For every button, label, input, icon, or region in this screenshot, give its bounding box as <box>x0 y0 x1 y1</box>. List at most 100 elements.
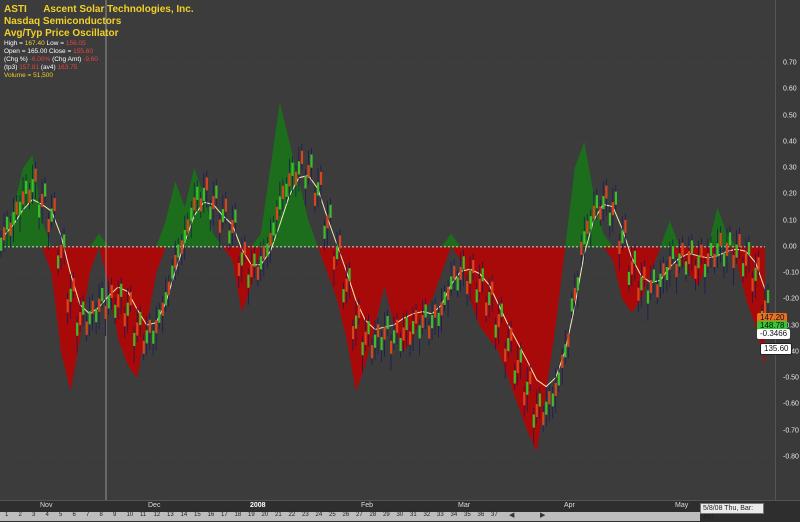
candle-body <box>443 291 446 305</box>
candle-body <box>278 196 282 210</box>
bar-number-tab[interactable]: 27 <box>356 512 363 518</box>
bar-number-tab[interactable]: 14 <box>181 512 188 518</box>
bar-number-tab[interactable]: 2 <box>19 512 22 518</box>
candle-body <box>713 253 716 267</box>
bar-number-tab[interactable]: 24 <box>316 512 323 518</box>
candle-body <box>719 232 722 246</box>
candle-body <box>310 154 313 168</box>
bar-number-tab[interactable]: 1 <box>5 512 8 518</box>
bar-number-tab[interactable]: 18 <box>235 512 242 518</box>
candle-body <box>79 312 82 326</box>
av4-value: 163.75 <box>57 64 78 71</box>
candle-body <box>684 261 688 275</box>
candle-body <box>332 256 336 270</box>
candle-body <box>237 262 241 277</box>
bar-number-tab[interactable]: 12 <box>154 512 161 518</box>
candle-body <box>57 255 60 269</box>
stat-line-5: Volume = 51,500 <box>4 72 53 79</box>
oscillator-value-tag: -0.3466 <box>757 329 791 339</box>
bar-number-tab[interactable]: 20 <box>262 512 269 518</box>
bar-number-tab[interactable]: 36 <box>478 512 485 518</box>
bar-number-tab[interactable]: 31 <box>410 512 417 518</box>
candle-body <box>345 278 348 292</box>
bar-number-tab[interactable]: 19 <box>248 512 255 518</box>
candle-body <box>190 207 193 221</box>
candle-body <box>732 255 735 269</box>
candle-body <box>744 252 748 266</box>
candle-body <box>205 177 208 191</box>
bar-number-tab[interactable]: 33 <box>437 512 444 518</box>
candle-body <box>472 260 475 274</box>
bar-number-tab[interactable]: 10 <box>127 512 134 518</box>
candle-body <box>66 299 69 313</box>
bar-number-tab[interactable]: 29 <box>383 512 390 518</box>
bar-number-tab[interactable]: 26 <box>343 512 350 518</box>
candle-body <box>202 187 205 201</box>
bar-number-tab[interactable]: 23 <box>302 512 309 518</box>
bar-number-tab[interactable]: 22 <box>289 512 296 518</box>
candle-body <box>50 208 53 222</box>
month-label: 2008 <box>250 502 266 509</box>
bar-number-tab[interactable]: 7 <box>86 512 89 518</box>
bar-number-tab[interactable]: 34 <box>451 512 458 518</box>
candle-body <box>351 326 355 340</box>
bar-number-tab[interactable]: 13 <box>167 512 174 518</box>
bar-number-tab[interactable]: 11 <box>140 512 146 518</box>
candle-body <box>741 263 745 277</box>
candle-body <box>671 245 675 260</box>
candle-body <box>342 289 345 303</box>
candle-body <box>82 301 85 315</box>
y-tick-label: 0.50 <box>783 112 797 120</box>
bar-number-tab[interactable]: 16 <box>208 512 215 518</box>
high-value: 167.40 <box>24 40 45 47</box>
bar-number-tab[interactable]: 6 <box>73 512 76 518</box>
exchange-label: Nasdaq Semiconductors <box>4 16 122 27</box>
candle-body <box>488 292 491 306</box>
bar-number-tab[interactable]: 9 <box>113 512 116 518</box>
candle-body <box>234 209 237 223</box>
candle-body <box>592 205 595 219</box>
scroll-left-icon[interactable]: ◀ <box>509 511 514 519</box>
candle-body <box>599 206 602 220</box>
candle-body <box>215 185 218 199</box>
bar-number-tab[interactable]: 15 <box>194 512 201 518</box>
candle-body <box>767 289 770 304</box>
bar-number-tab[interactable]: 30 <box>397 512 404 518</box>
candle-body <box>504 348 507 362</box>
bar-number-tab[interactable]: 5 <box>59 512 62 518</box>
candle-body <box>437 312 440 326</box>
bar-number-tab[interactable]: 25 <box>329 512 336 518</box>
candle-body <box>453 265 456 279</box>
price-tag-3: 135.60 <box>760 343 793 355</box>
candle-body <box>297 161 301 175</box>
bar-number-tab[interactable]: 35 <box>464 512 471 518</box>
candle-body <box>656 284 659 298</box>
candle-body <box>326 215 329 229</box>
bar-number-tab[interactable]: 8 <box>100 512 103 518</box>
stat-line-4: (tp3) 157.81 (av4) 163.75 <box>4 64 78 71</box>
scroll-right-icon[interactable]: ▶ <box>540 511 545 519</box>
bar-number-strip[interactable] <box>0 512 700 521</box>
candle-body <box>564 344 567 358</box>
month-label: Dec <box>148 502 161 509</box>
candle-body <box>155 320 158 334</box>
bar-number-tab[interactable]: 3 <box>32 512 35 518</box>
candle-body <box>285 183 288 197</box>
y-tick-label: -0.80 <box>783 453 799 461</box>
bar-number-tab[interactable]: 37 <box>491 512 498 518</box>
candle-body <box>19 201 22 215</box>
y-tick-label: -0.60 <box>783 400 799 408</box>
candle-body <box>250 264 253 278</box>
candle-body <box>354 315 358 329</box>
candle-body <box>415 310 418 324</box>
bar-number-tab[interactable]: 17 <box>221 512 228 518</box>
bar-number-tab[interactable]: 28 <box>370 512 377 518</box>
bar-number-tab[interactable]: 32 <box>424 512 431 518</box>
bar-number-tab[interactable]: 21 <box>275 512 282 518</box>
candle-body <box>72 278 75 292</box>
candle-body <box>313 192 317 206</box>
candle-body <box>757 257 760 271</box>
bar-number-tab[interactable]: 4 <box>46 512 49 518</box>
candle-body <box>507 338 510 352</box>
candle-body <box>497 314 500 328</box>
